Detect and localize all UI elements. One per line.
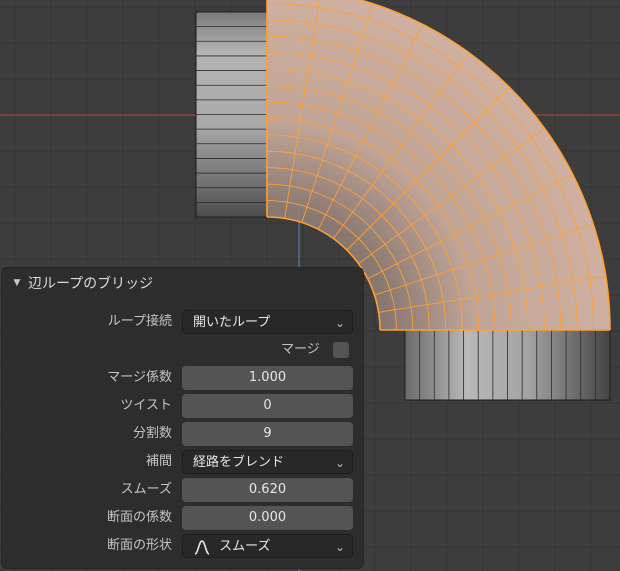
twist-field[interactable]: 0 (182, 394, 353, 418)
loop-connect-dropdown[interactable]: 開いたループ ⌄ (182, 310, 353, 334)
merge-factor-row: マージ係数 1.000 (2, 366, 363, 390)
smoothness-label: スムーズ (120, 482, 172, 497)
interpolation-row: 補間 経路をブレンド ⌄ (2, 450, 363, 474)
interpolation-value: 経路をブレンド (193, 455, 285, 470)
cuts-field[interactable]: 9 (182, 422, 353, 446)
collapse-triangle-icon[interactable]: ▼ (6, 278, 28, 288)
panel-title: 辺ループのブリッジ (28, 276, 154, 292)
loop-connect-value: 開いたループ (193, 315, 271, 330)
chevron-down-icon: ⌄ (334, 540, 345, 554)
smoothness-row: スムーズ 0.620 (2, 478, 363, 502)
interpolation-dropdown[interactable]: 経路をブレンド ⌄ (182, 450, 353, 474)
profile-shape-label: 断面の形状 (106, 538, 172, 553)
interpolation-label: 補間 (145, 454, 172, 469)
merge-row: マージ (2, 338, 363, 362)
bottom-cylinder (404, 329, 611, 401)
merge-factor-label: マージ係数 (107, 370, 172, 385)
panel-header[interactable]: ▼ 辺ループのブリッジ (2, 268, 363, 298)
left-cylinder (195, 11, 269, 218)
twist-label: ツイスト (120, 398, 172, 413)
profile-factor-label: 断面の係数 (106, 510, 172, 525)
smoothness-field[interactable]: 0.620 (182, 478, 353, 502)
bridge-edge-loops-panel: ▼ 辺ループのブリッジ ループ接続 開いたループ ⌄ マージ マージ係数 1.0… (2, 268, 363, 568)
merge-factor-field[interactable]: 1.000 (182, 366, 353, 390)
profile-shape-dropdown[interactable]: スムーズ ⌄ (182, 534, 353, 558)
profile-shape-value: スムーズ (219, 539, 271, 554)
chevron-down-icon: ⌄ (334, 316, 345, 330)
profile-factor-row: 断面の係数 0.000 (2, 506, 363, 530)
smooth-curve-icon (194, 539, 210, 555)
profile-factor-field[interactable]: 0.000 (182, 506, 353, 530)
cuts-label: 分割数 (132, 426, 172, 441)
merge-checkbox[interactable] (333, 342, 349, 358)
twist-row: ツイスト 0 (2, 394, 363, 418)
merge-label: マージ (281, 342, 320, 357)
chevron-down-icon: ⌄ (334, 456, 345, 470)
loop-connect-label: ループ接続 (107, 314, 172, 329)
profile-shape-row: 断面の形状 スムーズ ⌄ (2, 534, 363, 558)
loop-connect-row: ループ接続 開いたループ ⌄ (2, 310, 363, 334)
cuts-row: 分割数 9 (2, 422, 363, 446)
